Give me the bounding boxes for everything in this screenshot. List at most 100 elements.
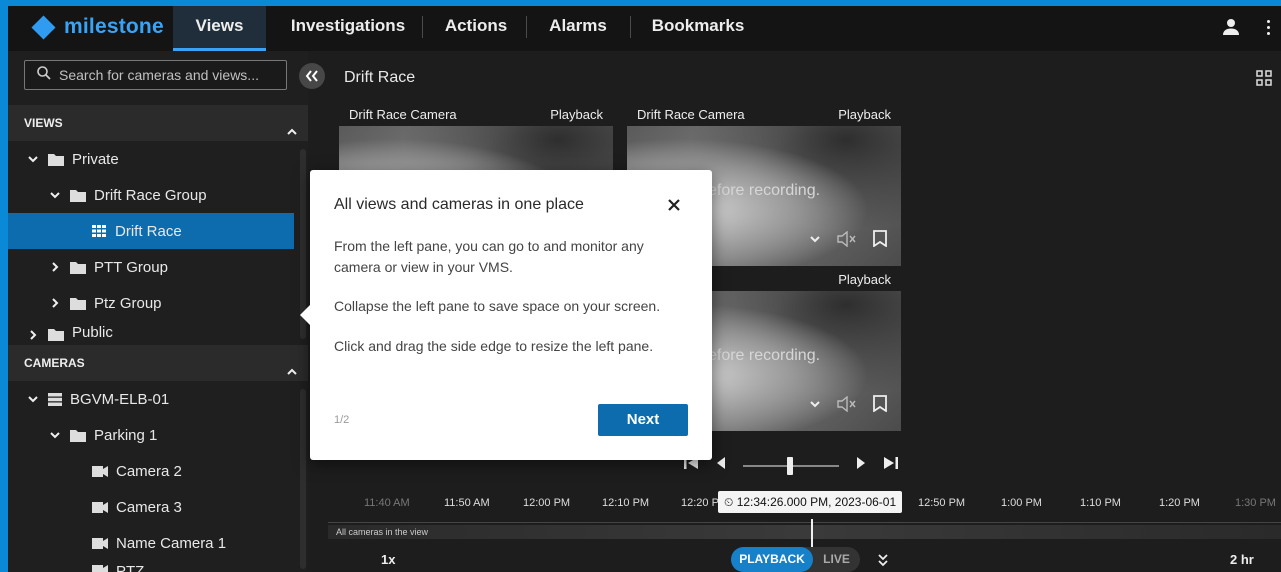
folder-icon	[70, 261, 86, 274]
tree-item-ptz[interactable]: PTZ	[8, 561, 294, 572]
tree-item-label: BGVM-ELB-01	[70, 390, 170, 408]
tree-item-ptz-group[interactable]: Ptz Group	[8, 285, 294, 321]
view-layout-icon[interactable]	[1256, 70, 1272, 91]
folder-icon	[48, 328, 64, 341]
tree-item-drift-race[interactable]: Drift Race	[8, 213, 294, 249]
cameras-section-header[interactable]: CAMERAS	[8, 345, 308, 381]
camera-icon	[92, 465, 108, 477]
left-pane: VIEWS Private Drift Race Group Drift Rac…	[8, 51, 308, 572]
tree-item-server[interactable]: BGVM-ELB-01	[8, 381, 294, 417]
next-button[interactable]: Next	[598, 404, 688, 436]
tile-mode: Playback	[550, 107, 603, 122]
tree-item-drift-race-group[interactable]: Drift Race Group	[8, 177, 294, 213]
tree-item-label: PTZ	[116, 563, 145, 572]
tree-item-label: Camera 2	[116, 462, 182, 480]
slider-thumb[interactable]	[787, 456, 793, 475]
view-title: Drift Race	[344, 69, 416, 86]
popup-pointer	[300, 304, 311, 326]
double-chevron-left-icon	[305, 70, 318, 82]
live-mode-button[interactable]: LIVE	[813, 547, 860, 572]
timeline-track[interactable]	[328, 525, 1281, 539]
milestone-logo[interactable]: milestone	[31, 14, 164, 40]
tree-item-label: Drift Race Group	[94, 186, 207, 204]
tree-item-label: Camera 3	[116, 498, 182, 516]
view-grid-icon	[92, 225, 107, 237]
cameras-scrollbar[interactable]	[300, 389, 306, 569]
timeline-tick: 12:50 PM	[918, 497, 966, 509]
tab-views[interactable]: Views	[173, 6, 266, 51]
search-box[interactable]	[24, 60, 287, 90]
bookmark-icon[interactable]	[873, 230, 887, 252]
tree-item-public[interactable]: Public	[8, 321, 294, 341]
tree-item-private[interactable]: Private	[8, 141, 294, 177]
tree-item-label: Private	[72, 150, 119, 168]
chevron-down-icon[interactable]	[809, 232, 821, 250]
tab-alarms[interactable]: Alarms	[535, 6, 621, 51]
playback-bottom-bar: 1x PLAYBACK LIVE 2 hr	[328, 547, 1281, 572]
camera-icon	[92, 501, 108, 513]
tree-item-ptt-group[interactable]: PTT Group	[8, 249, 294, 285]
views-section-header[interactable]: VIEWS	[8, 105, 308, 141]
close-icon[interactable]	[668, 198, 680, 216]
tab-investigations[interactable]: Investigations	[278, 6, 418, 51]
tab-bookmarks[interactable]: Bookmarks	[639, 6, 757, 51]
tab-actions[interactable]: Actions	[431, 6, 521, 51]
tree-item-parking-1[interactable]: Parking 1	[8, 417, 294, 453]
chevron-right-icon[interactable]	[48, 261, 62, 273]
user-icon[interactable]	[1222, 18, 1240, 41]
collapse-left-pane-button[interactable]	[299, 63, 325, 89]
more-options-icon[interactable]	[1267, 20, 1271, 38]
bookmark-icon[interactable]	[873, 395, 887, 417]
chevron-down-icon[interactable]	[26, 393, 40, 405]
double-chevron-down-icon[interactable]	[877, 553, 889, 572]
search-input[interactable]	[59, 67, 274, 83]
playback-speed-slider[interactable]	[743, 456, 839, 475]
playback-mode-button[interactable]: PLAYBACK	[731, 547, 813, 572]
tree-item-name-camera-1[interactable]: Name Camera 1	[8, 525, 294, 561]
tree-item-camera-3[interactable]: Camera 3	[8, 489, 294, 525]
tile-header: Drift Race Camera Playback	[339, 104, 613, 126]
skip-to-end-icon[interactable]	[883, 455, 899, 476]
chevron-right-icon[interactable]	[48, 297, 62, 309]
timeline-tick: 1:10 PM	[1080, 497, 1121, 509]
tile-camera-name: Drift Race Camera	[637, 107, 745, 122]
step-forward-icon[interactable]	[855, 455, 867, 476]
tree-item-label: PTT Group	[94, 258, 168, 276]
timeline-tick: 11:50 AM	[444, 497, 490, 509]
chevron-down-icon[interactable]	[48, 429, 62, 441]
brand-name: milestone	[64, 15, 164, 38]
chevron-down-icon[interactable]	[26, 153, 40, 165]
popup-paragraph: From the left pane, you can go to and mo…	[334, 238, 644, 275]
search-icon	[37, 65, 51, 85]
timeline-ruler	[328, 515, 1281, 523]
clock-icon: ⏲	[724, 495, 737, 509]
tree-item-camera-2[interactable]: Camera 2	[8, 453, 294, 489]
speaker-muted-icon[interactable]	[837, 395, 857, 417]
chevron-right-icon[interactable]	[26, 329, 40, 341]
current-time-badge[interactable]: ⏲ 12:34:26.000 PM, 2023-06-01	[718, 491, 903, 513]
timeline-tick: 12:00 PM	[523, 497, 571, 509]
popup-step-indicator: 1/2	[334, 414, 350, 426]
playback-live-toggle[interactable]: PLAYBACK LIVE	[731, 547, 860, 572]
camera-icon	[92, 537, 108, 549]
tree-item-label: Ptz Group	[94, 294, 162, 312]
folder-icon	[70, 429, 86, 442]
tree-item-label: Name Camera 1	[116, 534, 227, 552]
chevron-down-icon[interactable]	[48, 189, 62, 201]
tile-controls	[809, 395, 887, 417]
timeline-range[interactable]: 2 hr	[1230, 552, 1254, 567]
tile-mode: Playback	[838, 272, 891, 287]
nav-divider	[526, 16, 527, 38]
tile-mode: Playback	[838, 107, 891, 122]
tile-controls	[809, 230, 887, 252]
tile-header: Drift Race Camera Playback	[627, 104, 901, 126]
onboarding-popup: All views and cameras in one place From …	[300, 170, 712, 460]
speaker-muted-icon[interactable]	[837, 230, 857, 252]
chevron-down-icon[interactable]	[809, 397, 821, 415]
step-back-icon[interactable]	[715, 455, 727, 476]
playback-speed[interactable]: 1x	[381, 552, 395, 567]
timeline-tick: 1:30 PM	[1235, 497, 1276, 509]
playback-controls	[683, 455, 899, 476]
tree-item-label: Drift Race	[115, 222, 182, 240]
timeline[interactable]: 11:40 AM 11:50 AM 12:00 PM 12:10 PM 12:2…	[328, 489, 1281, 563]
